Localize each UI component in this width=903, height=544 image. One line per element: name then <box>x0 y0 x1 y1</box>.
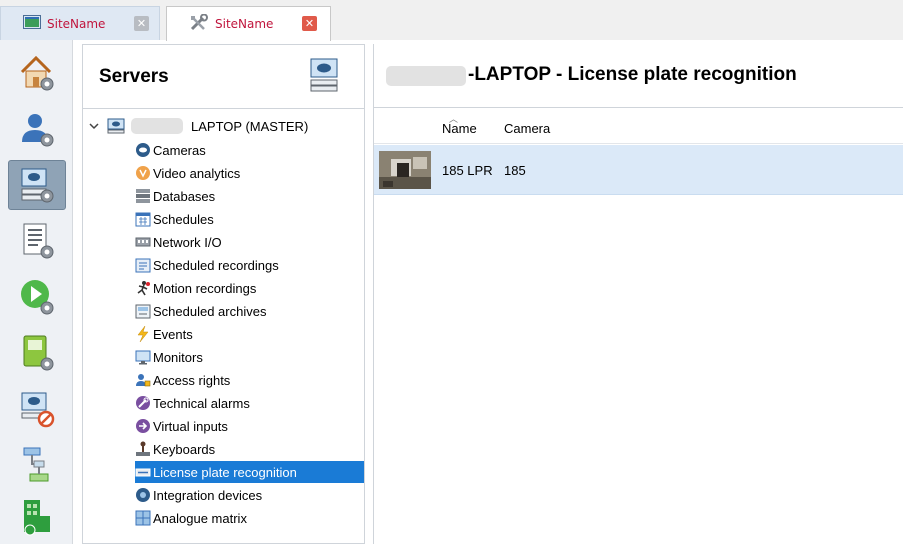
tree-item-label: Databases <box>153 188 216 204</box>
redacted-server-name <box>386 66 466 86</box>
sidebar-item-building[interactable] <box>8 492 66 542</box>
close-icon[interactable]: ✕ <box>134 16 149 31</box>
scheduled-recording-icon <box>135 258 151 273</box>
schedule-icon <box>135 212 151 227</box>
joystick-icon <box>136 441 150 456</box>
motion-icon <box>137 281 150 296</box>
tree-root-server[interactable]: LAPTOP (MASTER) <box>89 117 308 135</box>
tree-item-virtual-inputs[interactable]: Virtual inputs <box>135 415 364 437</box>
tree-item-label: Analogue matrix <box>153 510 247 526</box>
integration-device-icon <box>136 488 150 502</box>
tree-item-label: Events <box>153 326 193 342</box>
server-small-icon <box>107 118 125 134</box>
tree-item-keyboards[interactable]: Keyboards <box>135 438 364 460</box>
monitor-icon <box>135 350 151 365</box>
cell-camera: 185 <box>504 163 526 178</box>
tree-item-label: Motion recordings <box>153 280 257 296</box>
tree-item-label: Virtual inputs <box>153 418 228 434</box>
tree-item-motion-recordings[interactable]: Motion recordings <box>135 277 364 299</box>
tab-label: SiteName <box>47 16 106 31</box>
tab-bar: SiteName ✕ SiteName ✕ <box>0 0 903 41</box>
camera-thumbnail <box>379 151 431 189</box>
tree-item-integration-devices[interactable]: Integration devices <box>135 484 364 506</box>
redacted-server-name <box>131 118 183 134</box>
chevron-down-icon[interactable] <box>89 119 103 133</box>
tree-item-label: Network I/O <box>153 234 222 250</box>
tree-item-cameras[interactable]: Cameras <box>135 139 364 161</box>
home-settings-icon <box>20 55 54 91</box>
tree-item-analogue-matrix[interactable]: Analogue matrix <box>135 507 364 529</box>
page-title: -LAPTOP - License plate recognition <box>468 64 797 85</box>
sidebar-item-list-settings[interactable] <box>8 216 66 266</box>
table-header: ︿ Name Camera <box>374 112 903 144</box>
server-settings-icon <box>21 168 54 203</box>
camera-icon <box>136 143 150 157</box>
tree-item-label: Access rights <box>153 372 231 388</box>
servers-header: Servers <box>83 45 364 109</box>
tree-root-label: LAPTOP (MASTER) <box>191 118 309 134</box>
matrix-icon <box>135 510 151 526</box>
tree-item-label: Cameras <box>153 142 206 158</box>
device-settings-icon <box>23 335 54 371</box>
tree-item-databases[interactable]: Databases <box>135 185 364 207</box>
column-header-camera[interactable]: Camera <box>504 121 550 136</box>
tree-item-technical-alarms[interactable]: Technical alarms <box>135 392 364 414</box>
list-settings-icon <box>23 223 54 259</box>
tree-item-scheduled-archives[interactable]: Scheduled archives <box>135 300 364 322</box>
video-analytics-icon <box>136 166 150 180</box>
building-icon <box>24 500 50 536</box>
virtual-input-icon <box>136 419 150 433</box>
tree-item-access-rights[interactable]: Access rights <box>135 369 364 391</box>
tree-item-label: Monitors <box>153 349 203 365</box>
tree-item-scheduled-recordings[interactable]: Scheduled recordings <box>135 254 364 276</box>
sidebar-item-home-settings[interactable] <box>8 48 66 98</box>
database-icon <box>136 189 150 203</box>
tree-item-label: Schedules <box>153 211 214 227</box>
sidebar-item-play-settings[interactable] <box>8 272 66 322</box>
tree-item-network-io[interactable]: Network I/O <box>135 231 364 253</box>
license-plate-icon <box>135 468 151 477</box>
main-panel: -LAPTOP - License plate recognition ︿ Na… <box>373 44 903 544</box>
sidebar-item-network-map[interactable] <box>8 440 66 490</box>
tree-item-label: Scheduled archives <box>153 303 267 319</box>
tree-item-video-analytics[interactable]: Video analytics <box>135 162 364 184</box>
tree-item-label: Keyboards <box>153 441 216 457</box>
play-settings-icon <box>21 280 54 315</box>
tree-item-events[interactable]: Events <box>135 323 364 345</box>
servers-title: Servers <box>99 66 169 87</box>
sidebar-item-server-settings[interactable] <box>8 160 66 210</box>
user-settings-icon <box>22 114 54 147</box>
tree-item-label: Integration devices <box>153 487 263 503</box>
sidebar <box>0 40 73 544</box>
access-rights-icon <box>136 374 151 387</box>
tree-item-label: Video analytics <box>153 165 241 181</box>
tab-sitename-1[interactable]: SiteName ✕ <box>0 6 160 40</box>
sidebar-item-server-alert[interactable] <box>8 384 66 434</box>
technical-alarm-icon <box>136 396 150 410</box>
site-icon <box>23 15 41 32</box>
lightning-icon <box>137 326 149 342</box>
sidebar-item-device-settings[interactable] <box>8 328 66 378</box>
tab-sitename-2[interactable]: SiteName ✕ <box>166 6 331 41</box>
table-row[interactable]: 185 LPR 185 <box>374 145 903 195</box>
archive-icon <box>135 304 151 319</box>
tree-item-monitors[interactable]: Monitors <box>135 346 364 368</box>
cell-name: 185 LPR <box>442 163 493 178</box>
tools-icon <box>189 13 209 35</box>
network-map-icon <box>23 447 49 482</box>
tree-item-license-plate-recognition[interactable]: License plate recognition <box>135 461 364 483</box>
server-alert-icon <box>21 392 55 428</box>
sidebar-item-user-settings[interactable] <box>8 104 66 154</box>
column-header-name[interactable]: Name <box>442 121 477 136</box>
tree-item-label: Scheduled recordings <box>153 257 279 273</box>
network-io-icon <box>135 237 151 247</box>
servers-panel: Servers LAPTOP (MASTER) Cameras Video an… <box>82 44 365 544</box>
tree-item-label: License plate recognition <box>153 464 297 480</box>
tree-item-schedules[interactable]: Schedules <box>135 208 364 230</box>
tab-label: SiteName <box>215 17 274 31</box>
server-icon[interactable] <box>305 55 345 95</box>
tree-item-label: Technical alarms <box>153 395 250 411</box>
main-header: -LAPTOP - License plate recognition <box>374 44 903 108</box>
close-icon[interactable]: ✕ <box>302 16 317 31</box>
